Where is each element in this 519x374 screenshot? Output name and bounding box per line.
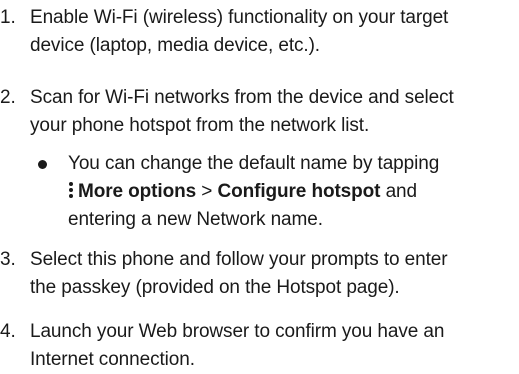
- step-text: Enable Wi-Fi (wireless) functionality on…: [30, 4, 516, 60]
- step-text: Scan for Wi-Fi networks from the device …: [30, 84, 516, 140]
- note-line-1: You can change the default name by tappi…: [68, 153, 440, 174]
- step-text-line: the passkey (provided on the Hotspot pag…: [30, 277, 400, 298]
- note-line-3: entering a new Network name.: [68, 209, 323, 230]
- step-text: Select this phone and follow your prompt…: [30, 246, 516, 302]
- menu-separator: >: [201, 181, 213, 202]
- more-options-label: More options: [78, 181, 197, 202]
- step-number: 4.: [0, 321, 16, 342]
- step-text-line: Launch your Web browser to confirm you h…: [30, 321, 445, 342]
- and-text: and: [385, 181, 418, 202]
- step-number: 3.: [0, 249, 16, 270]
- step-number: 1.: [0, 7, 16, 28]
- instruction-list: 1. Enable Wi-Fi (wireless) functionality…: [0, 0, 519, 374]
- step-text-line: Enable Wi-Fi (wireless) functionality on…: [30, 7, 449, 28]
- step-number: 2.: [0, 87, 16, 108]
- step-text-line: Scan for Wi-Fi networks from the device …: [30, 87, 454, 108]
- step-text-line: Select this phone and follow your prompt…: [30, 249, 448, 270]
- configure-hotspot-label: Configure hotspot: [217, 181, 381, 202]
- more-options-icon: [68, 181, 74, 199]
- note-line-2: More options > Configure hotspot and: [68, 178, 516, 206]
- step-text-line: your phone hotspot from the network list…: [30, 115, 370, 136]
- step-text-line: Internet connection.: [30, 349, 195, 370]
- bullet-dot-icon: [38, 160, 47, 169]
- step-text-line: device (laptop, media device, etc.).: [30, 35, 320, 56]
- note-text: You can change the default name by tappi…: [68, 150, 516, 234]
- step-text: Launch your Web browser to confirm you h…: [30, 318, 516, 374]
